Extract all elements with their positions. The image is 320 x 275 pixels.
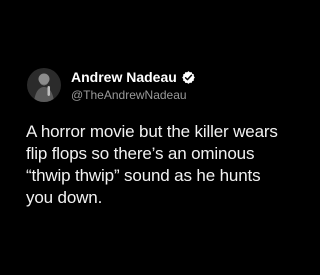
author-handle[interactable]: @TheAndrewNadeau	[71, 87, 271, 103]
tweet-text: A horror movie but the killer wears flip…	[26, 122, 278, 207]
author-info: Andrew Nadeau @TheAndrewNadeau	[71, 68, 271, 103]
author-name-row: Andrew Nadeau	[71, 68, 271, 86]
tweet-card: Andrew Nadeau @TheAndrewNadeau A horror …	[0, 0, 300, 275]
avatar-photo-icon	[34, 73, 54, 102]
avatar[interactable]	[27, 68, 61, 102]
verified-badge-icon	[182, 70, 195, 84]
author-display-name[interactable]: Andrew Nadeau	[71, 68, 177, 86]
